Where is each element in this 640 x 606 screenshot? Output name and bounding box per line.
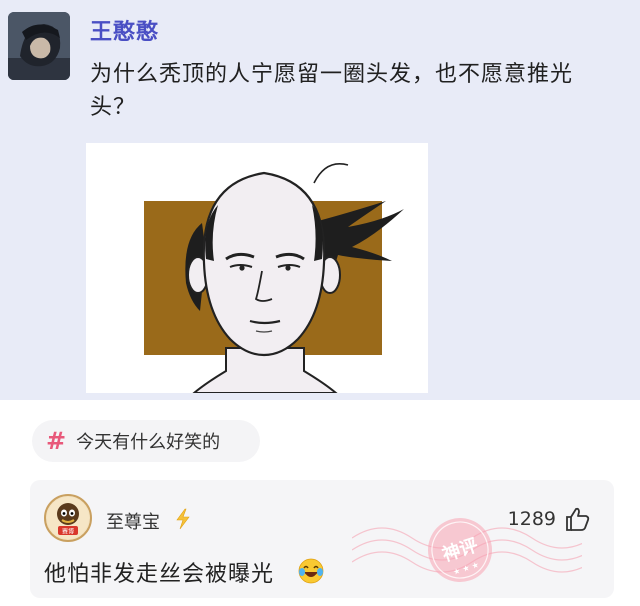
post-card: 王憨憨 为什么秃顶的人宁愿留一圈头发，也不愿意推光头？ — [0, 0, 640, 400]
like-count: 1289 — [507, 508, 556, 530]
commenter-name[interactable]: 至尊宝 — [106, 508, 160, 534]
svg-text:赛博: 赛博 — [62, 528, 74, 536]
lightning-icon — [176, 508, 190, 530]
hashtag-icon: # — [46, 427, 67, 455]
laughing-crying-emoji-icon — [298, 558, 324, 584]
topic-tag[interactable]: # 今天有什么好笑的 — [32, 420, 260, 462]
author-avatar[interactable] — [8, 12, 70, 80]
comment-card: 神评 ★ ★ ★ 赛博 至尊宝 1289 他怕非发走丝会被曝光 — [30, 480, 614, 598]
commenter-avatar[interactable]: 赛博 — [44, 494, 92, 542]
comment-text: 他怕非发走丝会被曝光 — [44, 562, 275, 587]
topic-label: 今天有什么好笑的 — [76, 432, 221, 453]
author-name[interactable]: 王憨憨 — [90, 14, 159, 46]
bald-man-illustration — [86, 143, 428, 394]
thumbs-up-icon[interactable] — [564, 506, 590, 532]
post-question: 为什么秃顶的人宁愿留一圈头发，也不愿意推光头？ — [90, 62, 574, 120]
